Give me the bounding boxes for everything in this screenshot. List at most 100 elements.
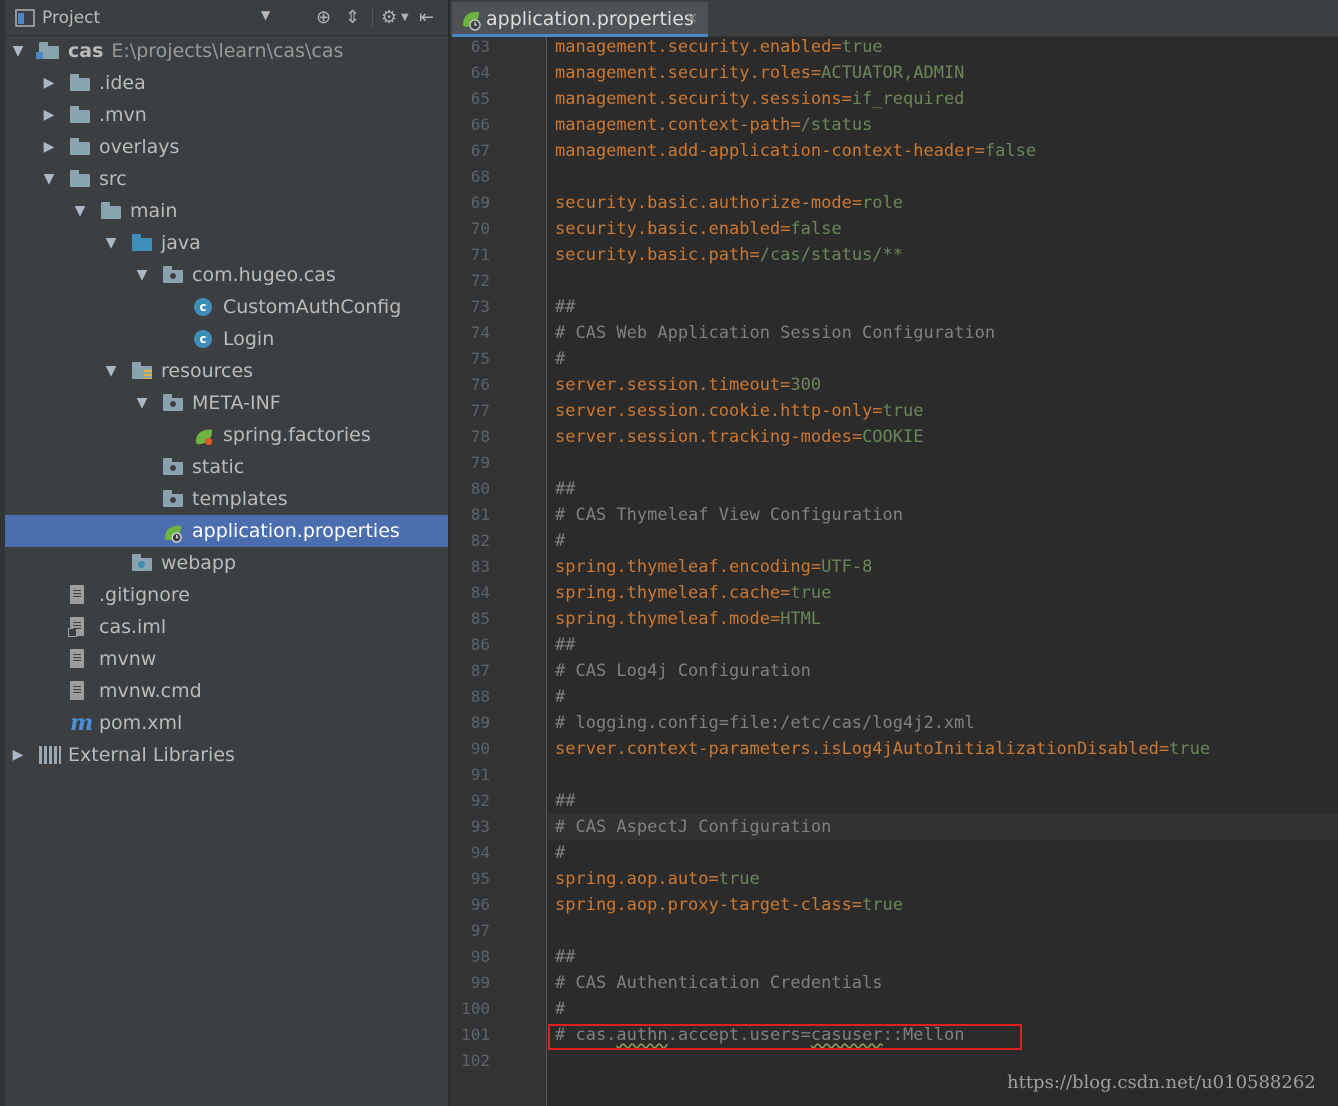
line-number: 77 <box>470 401 490 420</box>
code-line[interactable]: # CAS Log4j Configuration <box>555 658 811 684</box>
code-line[interactable]: # CAS AspectJ Configuration <box>555 814 831 840</box>
iml-file-icon <box>68 617 84 637</box>
tree-item[interactable]: ▼ src <box>5 163 448 195</box>
code-line[interactable]: ## <box>555 944 575 970</box>
property-key: = <box>780 219 791 239</box>
comment-text: # <box>555 843 566 863</box>
code-line[interactable]: ## <box>555 632 575 658</box>
tree-item[interactable]: cas.iml <box>5 611 448 643</box>
line-number: 96 <box>470 895 490 914</box>
property-key: spring.aop.proxy-target-class <box>555 895 852 915</box>
code-line[interactable]: security.basic.authorize-mode=role <box>555 190 903 216</box>
code-line[interactable]: # <box>555 346 565 372</box>
code-line[interactable]: # <box>555 840 565 866</box>
tree-item[interactable]: ▶ overlays <box>5 131 448 163</box>
comment-text: # <box>555 349 566 369</box>
property-key: server.session.cookie.http-only <box>555 401 873 421</box>
collapsed-arrow-icon[interactable]: ▶ <box>41 99 57 131</box>
tree-item[interactable]: ▼ META-INF <box>5 387 448 419</box>
tree-item[interactable]: static <box>5 451 448 483</box>
scroll-from-source-icon[interactable]: ⊕ <box>316 7 331 28</box>
expanded-arrow-icon[interactable]: ▼ <box>10 35 26 67</box>
code-line[interactable]: ## <box>555 294 575 320</box>
code-line[interactable]: spring.thymeleaf.mode=HTML <box>555 606 821 632</box>
spring-properties-icon <box>463 11 481 31</box>
view-dropdown-icon[interactable]: ▼ <box>261 8 270 22</box>
property-key: = <box>790 115 801 135</box>
expanded-arrow-icon[interactable]: ▼ <box>72 195 88 227</box>
code-line[interactable]: management.context-path=/status <box>555 112 872 138</box>
code-line[interactable]: spring.thymeleaf.cache=true <box>555 580 831 606</box>
gear-icon[interactable]: ⚙ <box>381 7 397 28</box>
tree-item[interactable]: ▼ java <box>5 227 448 259</box>
code-line[interactable]: server.session.cookie.http-only=true <box>555 398 923 424</box>
tree-item[interactable]: .gitignore <box>5 579 448 611</box>
code-line[interactable]: # <box>555 528 565 554</box>
collapsed-arrow-icon[interactable]: ▶ <box>10 739 26 771</box>
code-line[interactable]: ## <box>555 788 575 814</box>
tree-item[interactable]: webapp <box>5 547 448 579</box>
tree-item[interactable]: templates <box>5 483 448 515</box>
tree-item[interactable]: ▼ com.hugeo.cas <box>5 259 448 291</box>
expanded-arrow-icon[interactable]: ▼ <box>134 259 150 291</box>
tree-item[interactable]: ▶ External Libraries <box>5 739 448 771</box>
close-tab-icon[interactable]: × <box>685 8 698 27</box>
source-folder-icon <box>132 234 152 251</box>
comment-text: # CAS Authentication Credentials <box>555 973 883 993</box>
property-value: false <box>790 219 842 239</box>
code-line[interactable]: # <box>555 996 565 1022</box>
tree-item[interactable]: m pom.xml <box>5 707 448 739</box>
tree-item[interactable]: spring.factories <box>5 419 448 451</box>
property-value: ACTUATOR,ADMIN <box>821 63 965 83</box>
expanded-arrow-icon[interactable]: ▼ <box>134 387 150 419</box>
code-line[interactable]: # CAS Thymeleaf View Configuration <box>555 502 903 528</box>
collapse-all-icon[interactable]: ⇕ <box>345 7 360 28</box>
code-line[interactable]: spring.aop.auto=true <box>555 866 760 892</box>
tree-item[interactable]: ▶ .mvn <box>5 99 448 131</box>
code-line[interactable]: security.basic.enabled=false <box>555 216 842 242</box>
code-line[interactable]: spring.aop.proxy-target-class=true <box>555 892 903 918</box>
expanded-arrow-icon[interactable]: ▼ <box>41 163 57 195</box>
line-number: 82 <box>470 531 490 550</box>
tree-item[interactable]: ▼ main <box>5 195 448 227</box>
folder-icon <box>70 106 90 123</box>
tree-item[interactable]: c CustomAuthConfig <box>5 291 448 323</box>
code-line[interactable]: management.add-application-context-heade… <box>555 138 1036 164</box>
collapsed-arrow-icon[interactable]: ▶ <box>41 131 57 163</box>
code-line[interactable]: # logging.config=file:/etc/cas/log4j2.xm… <box>555 710 975 736</box>
code-line[interactable]: management.security.sessions=if_required <box>555 86 964 112</box>
code-line[interactable]: security.basic.path=/cas/status/** <box>555 242 903 268</box>
code-line[interactable]: # <box>555 684 565 710</box>
code-line[interactable]: # CAS Authentication Credentials <box>555 970 883 996</box>
project-view-title[interactable]: Project <box>42 8 100 28</box>
code-line[interactable]: server.session.tracking-modes=COOKIE <box>555 424 923 450</box>
expanded-arrow-icon[interactable]: ▼ <box>103 355 119 387</box>
collapsed-arrow-icon[interactable]: ▶ <box>41 67 57 99</box>
tree-item-name: META-INF <box>192 392 281 414</box>
code-line[interactable]: management.security.enabled=true <box>555 34 883 60</box>
tree-item[interactable]: ▼ resources <box>5 355 448 387</box>
code-line[interactable]: management.security.roles=ACTUATOR,ADMIN <box>555 60 964 86</box>
tree-item[interactable]: mvnw.cmd <box>5 675 448 707</box>
tree-item[interactable]: application.properties <box>5 515 448 547</box>
expanded-arrow-icon[interactable]: ▼ <box>103 227 119 259</box>
tree-item-label: pom.xml <box>99 707 182 739</box>
comment-text: ## <box>555 791 576 811</box>
gear-dropdown-icon[interactable]: ▼ <box>401 12 409 23</box>
code-line[interactable]: spring.thymeleaf.encoding=UTF-8 <box>555 554 872 580</box>
header-separator <box>372 8 373 28</box>
property-key: server.session.tracking-modes <box>555 427 852 447</box>
hide-panel-icon[interactable]: ⇤ <box>419 7 434 28</box>
tree-item[interactable]: mvnw <box>5 643 448 675</box>
code-line[interactable]: server.context-parameters.isLog4jAutoIni… <box>555 736 1210 762</box>
tree-item[interactable]: ▶ .idea <box>5 67 448 99</box>
code-line[interactable]: # CAS Web Application Session Configurat… <box>555 320 995 346</box>
tree-item[interactable]: c Login <box>5 323 448 355</box>
tree-item-name: spring.factories <box>223 424 371 446</box>
tree-item-path: E:\projects\learn\cas\cas <box>111 40 344 62</box>
tab-application-properties[interactable]: application.properties × <box>452 2 708 37</box>
tree-item-name: webapp <box>161 552 237 574</box>
code-line[interactable]: server.session.timeout=300 <box>555 372 821 398</box>
code-line[interactable]: ## <box>555 476 575 502</box>
tree-item[interactable]: ▼ cas E:\projects\learn\cas\cas <box>5 35 448 67</box>
